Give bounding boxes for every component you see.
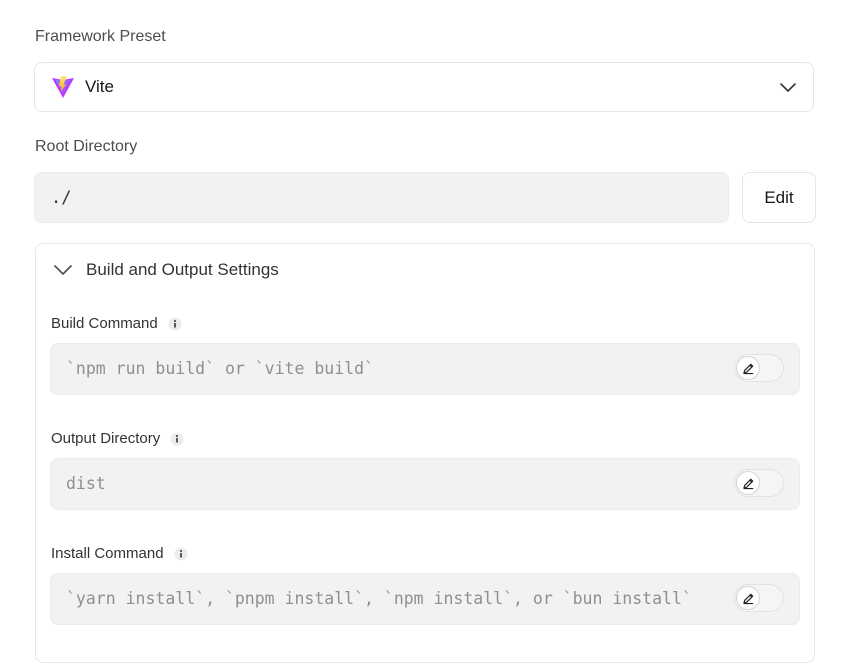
info-icon[interactable] <box>170 432 184 446</box>
build-settings-toggle[interactable]: Build and Output Settings <box>52 258 279 282</box>
framework-preset-select[interactable]: Vite <box>34 62 814 112</box>
install-command-field[interactable]: `yarn install`, `pnpm install`, `npm ins… <box>50 573 800 625</box>
build-command-field[interactable]: `npm run build` or `vite build` <box>50 343 800 395</box>
vite-logo-icon <box>51 75 75 99</box>
pencil-icon <box>736 356 760 380</box>
output-directory-placeholder: dist <box>66 474 106 493</box>
chevron-down-icon <box>780 83 796 92</box>
output-directory-field[interactable]: dist <box>50 458 800 510</box>
output-directory-label: Output Directory <box>51 430 184 447</box>
install-command-override-toggle[interactable] <box>734 584 784 612</box>
pencil-icon <box>736 471 760 495</box>
root-directory-field: ./ <box>34 172 729 223</box>
build-settings-panel: Build and Output Settings Build Command … <box>35 243 815 663</box>
build-command-label: Build Command <box>51 315 182 332</box>
build-settings-title: Build and Output Settings <box>86 260 279 279</box>
root-directory-value: ./ <box>51 187 72 208</box>
build-command-placeholder: `npm run build` or `vite build` <box>66 359 374 378</box>
install-command-label: Install Command <box>51 545 188 562</box>
output-directory-override-toggle[interactable] <box>734 469 784 497</box>
edit-root-directory-button[interactable]: Edit <box>742 172 816 223</box>
info-icon[interactable] <box>174 547 188 561</box>
framework-preset-label: Framework Preset <box>35 28 166 45</box>
install-command-placeholder: `yarn install`, `pnpm install`, `npm ins… <box>66 589 692 608</box>
root-directory-label: Root Directory <box>35 138 138 155</box>
info-icon[interactable] <box>168 317 182 331</box>
build-command-label-text: Build Command <box>51 315 158 332</box>
framework-preset-value: Vite <box>85 77 114 96</box>
output-directory-label-text: Output Directory <box>51 430 161 447</box>
pencil-icon <box>736 586 760 610</box>
install-command-label-text: Install Command <box>51 545 164 562</box>
chevron-down-icon <box>54 265 72 275</box>
build-command-override-toggle[interactable] <box>734 354 784 382</box>
